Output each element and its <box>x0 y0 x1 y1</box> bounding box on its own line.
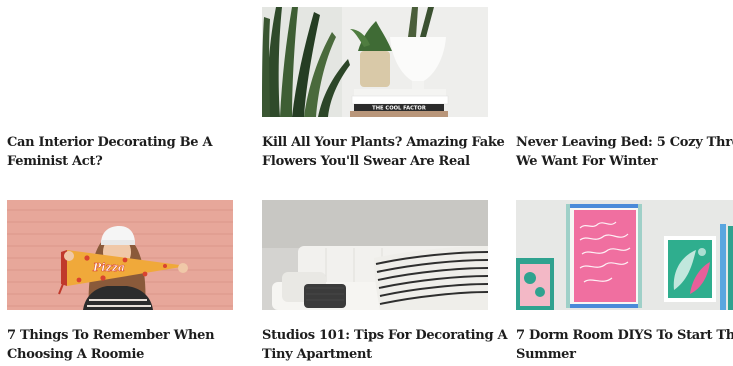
article-title-1-line-1: Can Interior Decorating Be A <box>7 135 213 150</box>
article-card-4[interactable]: Pizza 7 Things To Remember When Choosing… <box>7 200 233 366</box>
article-card-5[interactable]: Studios 101: Tips For Decorating A Tiny … <box>262 200 508 366</box>
article-title-6-line-2: Summer <box>516 347 576 362</box>
pennant-text: Pizza <box>92 261 125 274</box>
article-title-2[interactable]: Kill All Your Plants? Amazing Fake Flowe… <box>262 133 505 171</box>
wall-art-prints-photo <box>516 200 733 310</box>
girl-pizza-pennant-photo: Pizza <box>7 200 233 310</box>
article-title-3-line-2: We Want For Winter <box>516 154 658 169</box>
article-thumbnail-5[interactable] <box>262 200 488 310</box>
article-title-6-line-1: 7 Dorm Room DIYS To Start This <box>516 328 733 343</box>
article-title-2-line-2: Flowers You'll Swear Are Real <box>262 154 470 169</box>
article-title-1-line-2: Feminist Act? <box>7 154 103 169</box>
article-title-2-line-1: Kill All Your Plants? Amazing Fake <box>262 135 505 150</box>
white-sofa-striped-throw-photo <box>262 200 488 310</box>
article-card-1[interactable]: Can Interior Decorating Be A Feminist Ac… <box>7 7 233 177</box>
article-thumbnail-6[interactable] <box>516 200 733 310</box>
article-title-3-line-1: Never Leaving Bed: 5 Cozy Throws <box>516 135 733 150</box>
article-title-6[interactable]: 7 Dorm Room DIYS To Start This Summer <box>516 326 733 364</box>
article-title-5-line-1: Studios 101: Tips For Decorating A <box>262 328 508 343</box>
article-card-3[interactable]: Never Leaving Bed: 5 Cozy Throws We Want… <box>516 7 733 177</box>
snake-plant-books-photo: THE COOL FACTOR <box>262 7 488 117</box>
article-card-6[interactable]: 7 Dorm Room DIYS To Start This Summer <box>516 200 733 366</box>
article-title-4[interactable]: 7 Things To Remember When Choosing A Roo… <box>7 326 239 364</box>
article-title-4-line-2: Choosing A Roomie <box>7 347 145 362</box>
article-title-1[interactable]: Can Interior Decorating Be A Feminist Ac… <box>7 133 239 171</box>
article-title-4-line-1: 7 Things To Remember When <box>7 328 215 343</box>
article-thumbnail-4[interactable]: Pizza <box>7 200 233 310</box>
article-card-2[interactable]: THE COOL FACTOR Kill All Your Plants? Am… <box>262 7 505 177</box>
article-title-5-line-2: Tiny Apartment <box>262 347 372 362</box>
article-title-3[interactable]: Never Leaving Bed: 5 Cozy Throws We Want… <box>516 133 733 171</box>
article-title-5[interactable]: Studios 101: Tips For Decorating A Tiny … <box>262 326 508 364</box>
book-spine-text: THE COOL FACTOR <box>372 106 426 112</box>
article-thumbnail-2[interactable]: THE COOL FACTOR <box>262 7 488 117</box>
